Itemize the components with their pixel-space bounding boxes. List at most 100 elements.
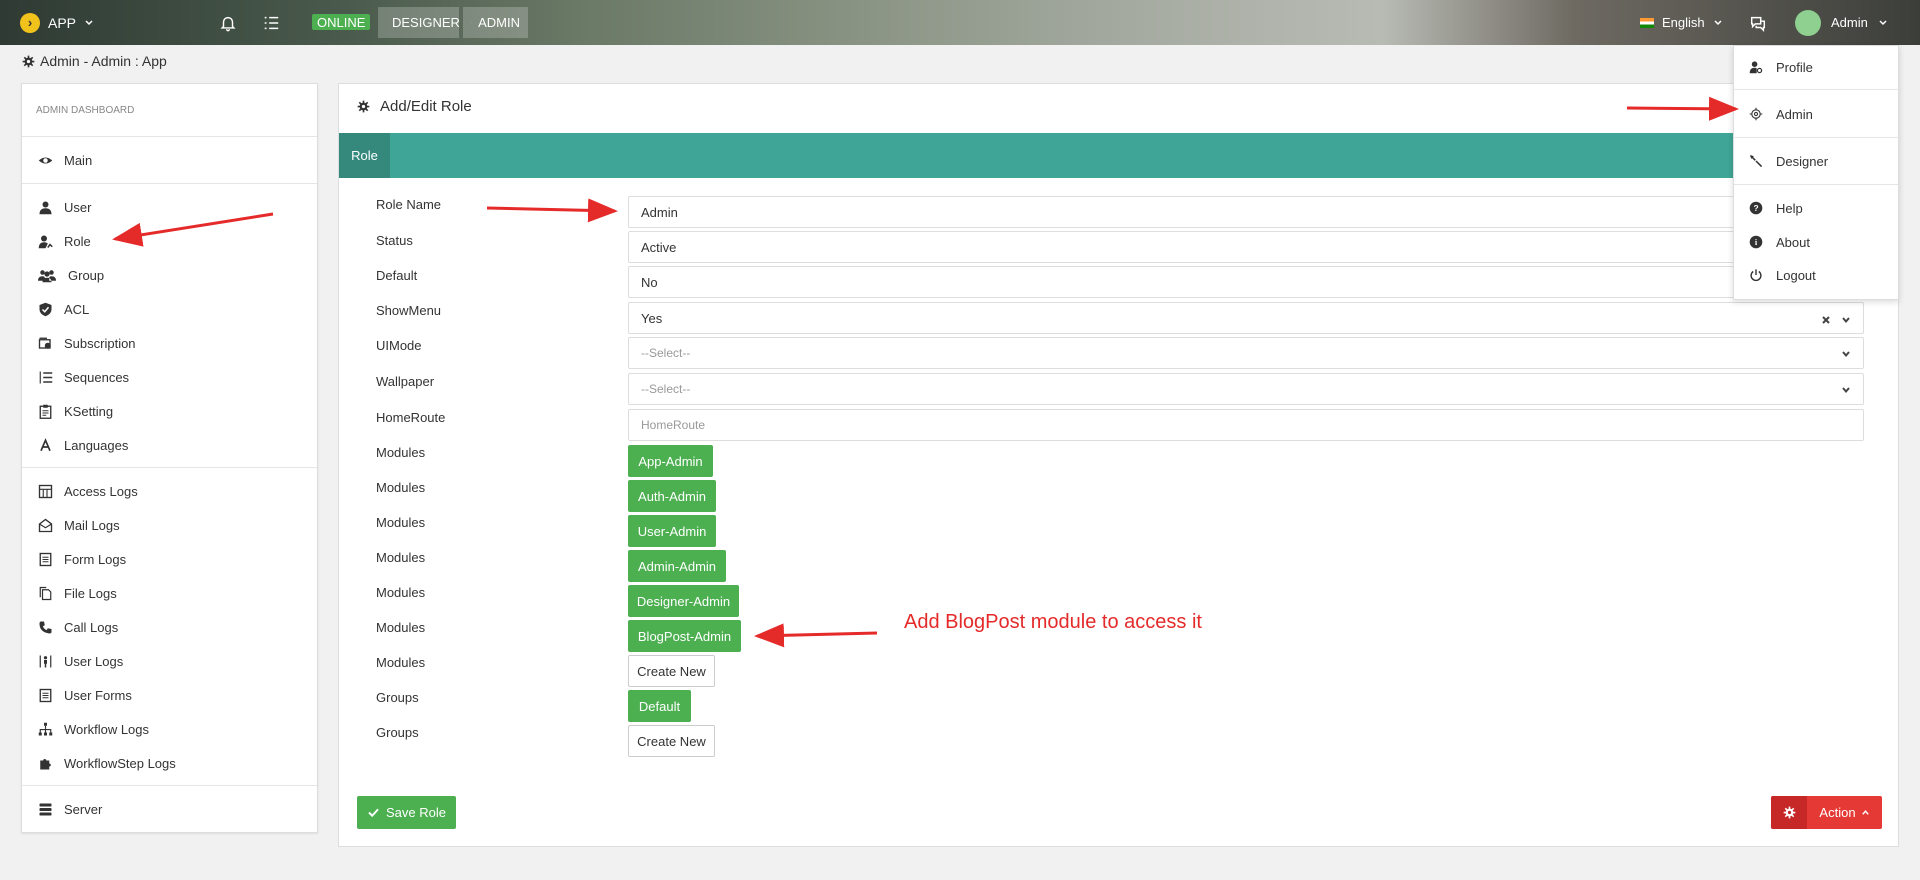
sidebar-item-label: WorkflowStep Logs: [64, 755, 176, 771]
online-status-badge: ONLINE: [312, 14, 371, 30]
menu-item-logout[interactable]: Logout: [1734, 260, 1898, 290]
showmenu-label: ShowMenu: [376, 303, 442, 318]
app-logo-icon: ›: [20, 12, 40, 33]
admin-mode-button[interactable]: ADMIN: [463, 7, 528, 38]
sidebar-item-label: Role: [64, 233, 91, 249]
subscription-icon: [36, 334, 54, 352]
menu-item-designer[interactable]: Designer: [1734, 146, 1898, 176]
sidebar-item-mail-logs[interactable]: Mail Logs: [22, 510, 317, 540]
list-ordered-icon: [36, 368, 54, 386]
showmenu-select[interactable]: Yes: [628, 302, 1864, 334]
homeroute-input[interactable]: HomeRoute: [628, 409, 1864, 441]
chevron-down-icon: [85, 19, 93, 25]
sidebar-item-user[interactable]: User: [22, 192, 317, 222]
sidebar-item-label: Server: [64, 801, 103, 817]
menu-item-label: Help: [1776, 200, 1803, 216]
sidebar-item-user-forms[interactable]: User Forms: [22, 680, 317, 710]
role-name-input[interactable]: Admin: [628, 196, 1864, 228]
sidebar-item-label: KSetting: [64, 403, 114, 419]
user-role-icon: [36, 232, 54, 250]
module-chip-admin-admin[interactable]: Admin-Admin: [628, 550, 726, 582]
sidebar-divider: [22, 785, 317, 786]
phone-icon: [36, 618, 54, 636]
designer-mode-button[interactable]: DESIGNER: [378, 7, 460, 38]
status-input[interactable]: Active: [628, 231, 1864, 263]
chevron-down-icon[interactable]: [1841, 313, 1851, 324]
module-chip-auth-admin[interactable]: Auth-Admin: [628, 480, 716, 512]
group-chip-default[interactable]: Default: [628, 690, 691, 722]
default-label: Default: [376, 268, 418, 283]
sidebar-item-server[interactable]: Server: [22, 794, 317, 824]
uimode-select[interactable]: --Select--: [628, 337, 1864, 369]
module-chip-blogpost-admin[interactable]: BlogPost-Admin: [628, 620, 741, 652]
tab-role[interactable]: Role: [339, 133, 390, 178]
menu-item-admin[interactable]: Admin: [1734, 99, 1898, 129]
module-chip-app-admin[interactable]: App-Admin: [628, 445, 713, 477]
question-icon: ?: [1748, 200, 1764, 216]
gear-icon: [1771, 796, 1807, 829]
menu-divider: [1734, 137, 1898, 138]
sidebar-item-ksetting[interactable]: KSetting: [22, 396, 317, 426]
sidebar-item-workflowstep-logs[interactable]: WorkflowStep Logs: [22, 748, 317, 778]
list-icon: [264, 16, 279, 29]
default-input[interactable]: No: [628, 266, 1864, 298]
tab-bar: Role: [339, 133, 1898, 178]
sidebar-item-label: Workflow Logs: [64, 721, 150, 737]
menu-divider: [1734, 184, 1898, 185]
save-role-button[interactable]: Save Role: [357, 796, 456, 829]
chat-button[interactable]: [1749, 0, 1767, 45]
sidebar-item-call-logs[interactable]: Call Logs: [22, 612, 317, 642]
menu-item-label: Designer: [1776, 153, 1829, 169]
sidebar-item-workflow-logs[interactable]: Workflow Logs: [22, 714, 317, 744]
shield-icon: [36, 300, 54, 318]
create-new-module-button[interactable]: Create New: [628, 655, 715, 687]
modules-label: Modules: [376, 480, 426, 495]
chat-icon: [1750, 16, 1766, 32]
language-selector[interactable]: English: [1640, 0, 1723, 45]
tasks-button[interactable]: [262, 0, 280, 45]
sidebar-item-subscription[interactable]: Subscription: [22, 328, 317, 358]
sidebar-item-label: Main: [64, 152, 93, 168]
font-icon: [36, 436, 54, 454]
svg-text:?: ?: [1753, 203, 1758, 213]
sidebar-item-file-logs[interactable]: File Logs: [22, 578, 317, 608]
sidebar-item-group[interactable]: Group: [22, 260, 317, 290]
gear-icon: [22, 55, 35, 67]
user-name: Admin: [1831, 15, 1868, 30]
sidebar-item-user-logs[interactable]: User Logs: [22, 646, 317, 676]
menu-item-about[interactable]: i About: [1734, 227, 1898, 257]
chevron-down-icon[interactable]: [1841, 348, 1851, 358]
module-chip-designer-admin[interactable]: Designer-Admin: [628, 585, 739, 617]
wallpaper-select[interactable]: --Select--: [628, 373, 1864, 405]
breadcrumb-text: Admin - Admin : App: [40, 53, 167, 69]
module-chip-user-admin[interactable]: User-Admin: [628, 515, 716, 547]
sidebar-item-languages[interactable]: Languages: [22, 430, 317, 460]
app-menu[interactable]: › APP: [20, 0, 94, 45]
sidebar-item-form-logs[interactable]: Form Logs: [22, 544, 317, 574]
sidebar-item-acl[interactable]: ACL: [22, 294, 317, 324]
files-icon: [36, 584, 54, 602]
modules-label: Modules: [376, 585, 426, 600]
sidebar-item-label: ACL: [64, 301, 90, 317]
admin-sidebar: ADMIN DASHBOARD Main User Role Group ACL…: [21, 83, 318, 833]
create-new-group-button[interactable]: Create New: [628, 725, 715, 757]
tools-icon: [1748, 153, 1764, 169]
chevron-down-icon[interactable]: [1841, 384, 1851, 394]
power-icon: [1748, 267, 1764, 283]
clear-icon[interactable]: [1821, 313, 1831, 324]
panel-title: Add/Edit Role: [357, 98, 472, 115]
sidebar-item-label: Languages: [64, 437, 129, 453]
menu-item-label: About: [1776, 234, 1810, 250]
sidebar-item-role[interactable]: Role: [22, 226, 317, 256]
sidebar-item-main[interactable]: Main: [22, 145, 317, 175]
admin-label: ADMIN: [478, 15, 520, 30]
action-button[interactable]: Action: [1771, 796, 1882, 829]
notifications-button[interactable]: [219, 0, 237, 45]
sidebar-item-access-logs[interactable]: Access Logs: [22, 476, 317, 506]
menu-item-help[interactable]: ? Help: [1734, 193, 1898, 223]
sidebar-item-sequences[interactable]: Sequences: [22, 362, 317, 392]
form-icon: [36, 550, 54, 568]
designer-label: DESIGNER: [392, 15, 460, 30]
user-menu[interactable]: Admin: [1795, 0, 1888, 45]
menu-item-profile[interactable]: Profile: [1734, 52, 1898, 82]
